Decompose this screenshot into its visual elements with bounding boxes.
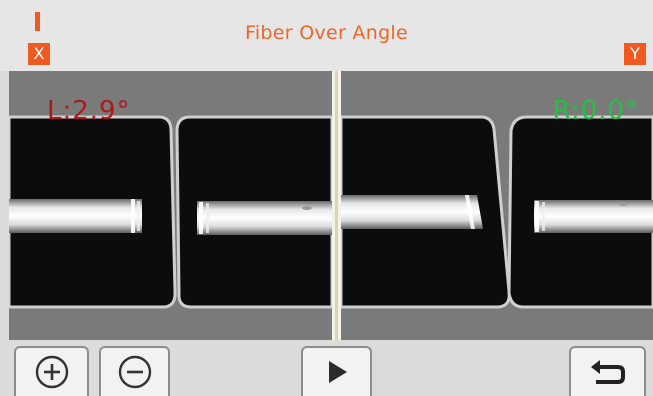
zoom-out-button[interactable] [99, 346, 170, 396]
play-button[interactable] [301, 346, 372, 396]
x-camera-view: L:2.9° [9, 71, 332, 340]
right-angle-readout: R:0.0° [552, 96, 639, 126]
left-angle-readout: L:2.9° [47, 96, 131, 126]
header: X Fiber Over Angle Y [0, 0, 653, 71]
zoom-in-button[interactable] [14, 346, 89, 396]
play-icon [328, 361, 347, 383]
page-title: Fiber Over Angle [244, 22, 409, 44]
y-axis-badge: Y [624, 43, 646, 65]
return-arrow-icon [590, 360, 625, 384]
plus-circle-icon [35, 355, 68, 389]
x-axis-badge: X [28, 43, 50, 65]
y-camera-view: R:0.0° [341, 71, 653, 340]
minus-circle-icon [118, 355, 151, 389]
view-divider [332, 71, 341, 340]
back-button[interactable] [569, 346, 646, 396]
bottom-toolbar [0, 340, 653, 396]
